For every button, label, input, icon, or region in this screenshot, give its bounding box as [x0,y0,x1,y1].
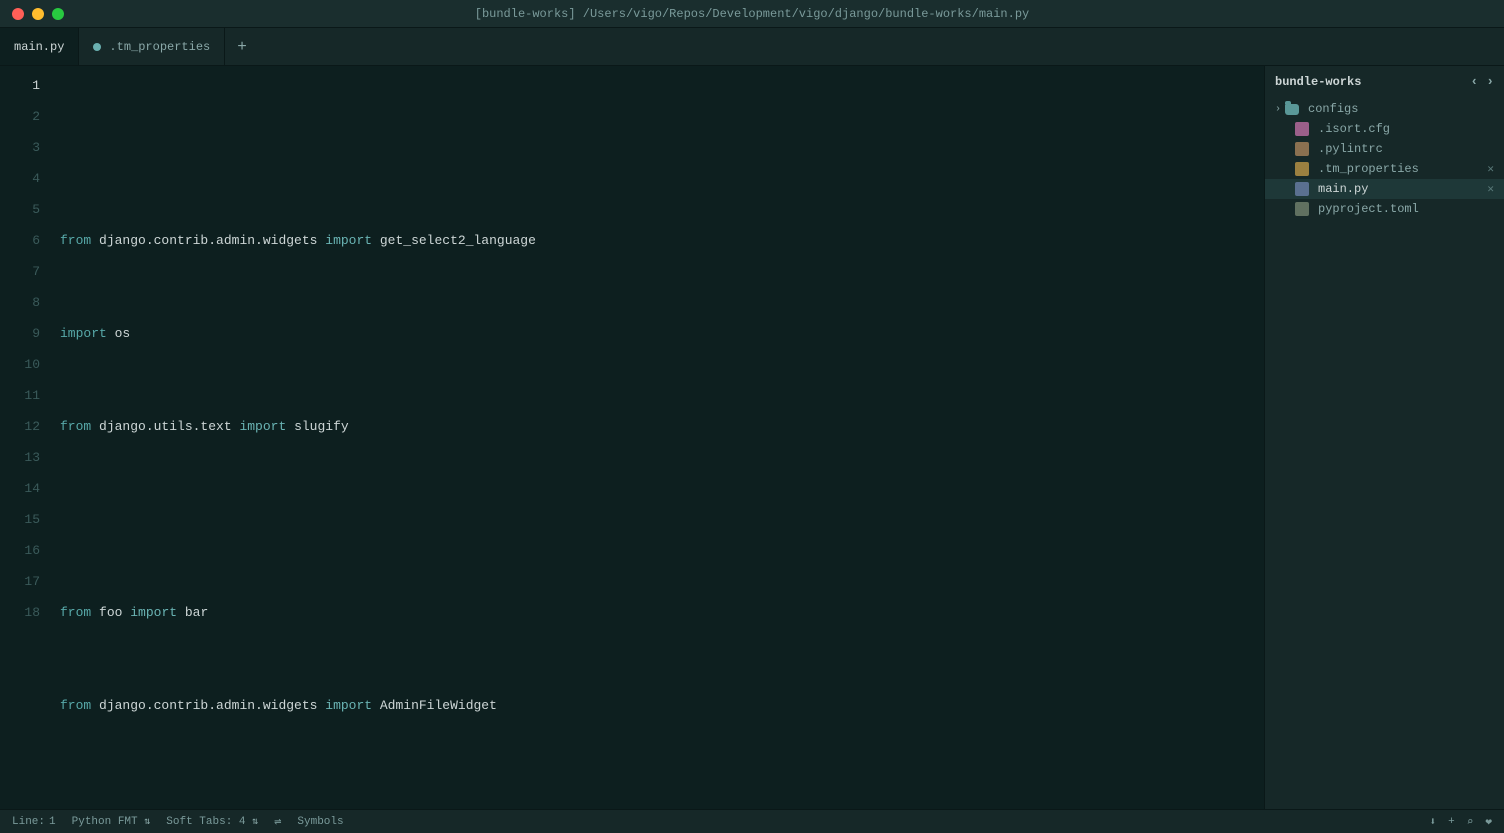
sidebar-item-tm-properties[interactable]: .tm_properties ✕ [1265,159,1504,179]
tab-main-py[interactable]: main.py [0,28,79,65]
line-number: 17 [0,566,40,597]
settings-icon[interactable]: ❤ [1485,815,1492,829]
tab-tm-properties[interactable]: .tm_properties [79,28,225,65]
line-number: 10 [0,349,40,380]
sidebar-title-area: bundle-works [1275,75,1361,89]
nav-back-icon[interactable]: ‹ [1470,74,1478,89]
sidebar-item-main-py[interactable]: main.py ✕ [1265,179,1504,199]
file-sidebar: bundle-works ‹ › › configs .isort.cfg [1264,66,1504,809]
sidebar-item-isort-cfg[interactable]: .isort.cfg [1265,119,1504,139]
tree-item-label: .pylintrc [1318,142,1383,156]
statusbar-encode: ⇌ [274,814,281,829]
statusbar-right: ⬇ + ⌕ ❤ [1430,815,1492,829]
symbols-label: Symbols [297,816,343,828]
titlebar: [bundle-works] /Users/vigo/Repos/Develop… [0,0,1504,28]
code-content[interactable]: from django.contrib.admin.widgets import… [52,70,1264,809]
statusbar: Line: 1 Python FMT ⇅ Soft Tabs: 4 ⇅ ⇌ Sy… [0,809,1504,833]
code-line-2: from django.contrib.admin.widgets import… [60,225,1264,256]
tab-label: .tm_properties [109,40,210,54]
line-number: 16 [0,535,40,566]
scroll-down-icon[interactable]: ⬇ [1430,815,1437,829]
folder-icon [1285,104,1299,115]
traffic-lights [12,8,64,20]
tabs-arrow-icon: ⇅ [252,817,258,828]
tree-item-label: .isort.cfg [1318,122,1390,136]
line-number: 15 [0,504,40,535]
file-icon [1295,162,1309,176]
line-value: 1 [49,816,56,828]
statusbar-symbols[interactable]: Symbols [297,816,343,828]
code-line-8 [60,783,1264,809]
sidebar-header: bundle-works ‹ › [1265,66,1504,97]
add-icon[interactable]: + [1448,816,1455,828]
code-line-7: from django.contrib.admin.widgets import… [60,690,1264,721]
editor-area: 1 2 3 4 5 6 7 8 9 10 11 12 13 14 15 16 1… [0,66,1264,809]
window-title: [bundle-works] /Users/vigo/Repos/Develop… [475,7,1030,21]
add-tab-button[interactable]: + [225,28,259,65]
language-label: Python FMT [72,816,138,828]
code-line-1 [60,132,1264,163]
line-number: 11 [0,380,40,411]
file-icon [1295,122,1309,136]
statusbar-tabs[interactable]: Soft Tabs: 4 ⇅ [166,816,258,828]
line-number: 2 [0,101,40,132]
tree-item-label: configs [1308,102,1358,116]
line-number: 7 [0,256,40,287]
line-number: 9 [0,318,40,349]
line-number: 12 [0,411,40,442]
sidebar-item-pylintrc[interactable]: .pylintrc [1265,139,1504,159]
zoom-icon[interactable]: ⌕ [1467,815,1474,829]
file-icon [1295,202,1309,216]
line-number: 4 [0,163,40,194]
tree-item-label: main.py [1318,182,1368,196]
tab-bar: main.py .tm_properties + [0,28,1504,66]
tabs-label: Soft Tabs: [166,816,232,828]
sidebar-title: bundle-works [1275,75,1361,89]
line-number: 13 [0,442,40,473]
tree-item-label: pyproject.toml [1318,202,1419,216]
file-tree: › configs .isort.cfg .pylintrc .tm_prop [1265,97,1504,809]
close-file-icon[interactable]: ✕ [1487,162,1494,176]
line-number: 1 [0,70,40,101]
line-number: 5 [0,194,40,225]
sidebar-actions: ‹ › [1470,74,1494,89]
maximize-button[interactable] [52,8,64,20]
line-number: 14 [0,473,40,504]
line-number: 8 [0,287,40,318]
sidebar-item-configs[interactable]: › configs [1265,99,1504,119]
code-line-4: from django.utils.text import slugify [60,411,1264,442]
line-number: 6 [0,225,40,256]
file-icon [1295,142,1309,156]
tabs-value: 4 [239,816,246,828]
tree-item-label: .tm_properties [1318,162,1419,176]
minimize-button[interactable] [32,8,44,20]
language-arrow-icon: ⇅ [144,817,150,828]
modified-indicator [93,43,101,51]
nav-forward-icon[interactable]: › [1486,74,1494,89]
statusbar-line: Line: 1 [12,816,56,828]
line-numbers: 1 2 3 4 5 6 7 8 9 10 11 12 13 14 15 16 1… [0,70,52,809]
tab-label: main.py [14,40,64,54]
close-file-icon[interactable]: ✕ [1487,182,1494,196]
code-editor[interactable]: 1 2 3 4 5 6 7 8 9 10 11 12 13 14 15 16 1… [0,66,1264,809]
code-line-3: import os [60,318,1264,349]
line-number: 3 [0,132,40,163]
code-line-6: from foo import bar [60,597,1264,628]
line-number: 18 [0,597,40,628]
chevron-right-icon: › [1275,104,1281,115]
close-button[interactable] [12,8,24,20]
sidebar-item-pyproject-toml[interactable]: pyproject.toml [1265,199,1504,219]
code-line-5 [60,504,1264,535]
main-layout: 1 2 3 4 5 6 7 8 9 10 11 12 13 14 15 16 1… [0,66,1504,809]
line-label: Line: [12,816,45,828]
statusbar-language[interactable]: Python FMT ⇅ [72,816,151,828]
file-icon [1295,182,1309,196]
